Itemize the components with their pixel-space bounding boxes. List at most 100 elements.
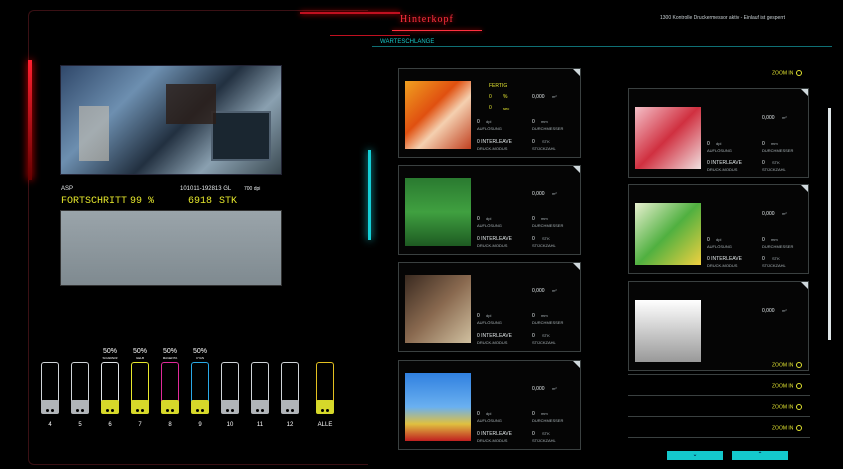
zoom-row-divider bbox=[628, 437, 810, 438]
print-mode-value: 0 INTERLEAVE bbox=[477, 431, 512, 437]
pieces-value: 0 bbox=[762, 256, 765, 262]
resolution-value: 0 bbox=[477, 411, 480, 417]
scroll-down-button[interactable]: ⌄ bbox=[667, 451, 723, 460]
detail-thumbnail bbox=[635, 203, 701, 265]
ink-number: 6 bbox=[108, 422, 112, 428]
resolution-unit: dpi bbox=[486, 313, 492, 318]
zoom-in-button[interactable]: ZOOM IN bbox=[772, 425, 803, 432]
detail-area-unit: m² bbox=[782, 211, 787, 216]
ink-name: SCHWARZ bbox=[102, 356, 118, 360]
print-mode-value: 0 INTERLEAVE bbox=[707, 256, 742, 262]
detail-area-value: 0,000 bbox=[762, 211, 775, 217]
resolution-unit: dpi bbox=[716, 141, 722, 146]
diameter-label: DURCHMESSER bbox=[532, 418, 564, 423]
camera-object bbox=[79, 106, 109, 161]
print-mode-value: 0 INTERLEAVE bbox=[477, 236, 512, 242]
zoom-in-button[interactable]: ZOOM IN bbox=[772, 362, 803, 368]
diameter-label: DURCHMESSER bbox=[762, 148, 794, 153]
pieces-unit: STK bbox=[542, 236, 550, 241]
pieces-unit: STK bbox=[542, 139, 550, 144]
ink-percent: 50% bbox=[192, 348, 207, 355]
status-message: 1300 Kontrolle Druckermessor aktiv - Ein… bbox=[660, 15, 786, 21]
camera-monitor bbox=[211, 111, 271, 161]
ink-number: 5 bbox=[78, 422, 82, 428]
zoom-icon bbox=[796, 362, 803, 368]
detail-area-value: 0,000 bbox=[762, 115, 775, 121]
job-area-value: 0,000 bbox=[532, 191, 545, 197]
ink-head bbox=[161, 400, 179, 414]
pieces-label: STÜCKZAHL bbox=[762, 167, 786, 172]
diameter-label: DURCHMESSER bbox=[762, 244, 794, 249]
job-area-unit: m² bbox=[552, 191, 557, 196]
queue-card[interactable]: 0,000 m² 0 dpi 0 mm AUFLÖSUNG DURCHMESSER 0 INTE… bbox=[398, 165, 581, 255]
queue-card[interactable]: 0,000 m² 0 dpi 0 mm AUFLÖSUNG DURCHMESSER 0 INTE… bbox=[398, 262, 581, 352]
print-mode-label: DRUCK-MODUS bbox=[707, 167, 738, 172]
pieces-value: 0 bbox=[762, 160, 765, 166]
app-logo: Hinterkopf bbox=[400, 14, 454, 25]
resolution-unit: dpi bbox=[486, 216, 492, 221]
resolution-value: 0 bbox=[707, 141, 710, 147]
diameter-unit: mm bbox=[541, 216, 548, 221]
detail-card[interactable]: 0,000 m² 0 dpi 0 mm AUFLÖSUNG DURCHMESSER 0 INTE… bbox=[628, 184, 809, 274]
diameter-unit: mm bbox=[541, 411, 548, 416]
zoom-row-divider bbox=[628, 416, 810, 417]
detail-card[interactable]: 0,000 m² bbox=[628, 281, 809, 371]
print-mode-label: DRUCK-MODUS bbox=[477, 243, 508, 248]
ink-number: 7 bbox=[138, 422, 142, 428]
job-info: 101011-192813 GL bbox=[180, 186, 232, 192]
detail-card[interactable]: 0,000 m² 0 dpi 0 mm AUFLÖSUNG DURCHMESSER 0 INTE… bbox=[628, 88, 809, 178]
card-corner-icon bbox=[801, 282, 808, 289]
ink-number: 10 bbox=[226, 422, 234, 428]
ink-percent: 50% bbox=[162, 348, 177, 355]
resolution-value: 0 bbox=[477, 216, 480, 222]
ink-head bbox=[316, 400, 334, 414]
zoom-in-button[interactable]: ZOOM IN bbox=[772, 70, 803, 76]
ink-head bbox=[71, 400, 89, 414]
zoom-in-button[interactable]: ZOOM IN bbox=[772, 404, 803, 410]
job-area-unit: m² bbox=[552, 288, 557, 293]
scrollbar[interactable] bbox=[828, 108, 831, 340]
diameter-unit: mm bbox=[771, 237, 778, 242]
detail-area-unit: m² bbox=[782, 308, 787, 313]
progress-label: FORTSCHRITT bbox=[61, 196, 128, 207]
ink-head bbox=[281, 400, 299, 414]
zoom-row-divider bbox=[628, 374, 810, 375]
ink-number: 4 bbox=[48, 422, 52, 428]
job-area-value: 0,000 bbox=[532, 94, 545, 100]
zoom-in-label: ZOOM IN bbox=[772, 383, 794, 390]
pieces-unit: STK bbox=[772, 256, 780, 261]
pieces-value: 0 bbox=[532, 139, 535, 145]
left-red-glow bbox=[28, 60, 32, 180]
job-percent-value: 0 bbox=[489, 94, 492, 100]
scroll-up-button[interactable]: ⌃ bbox=[732, 451, 788, 460]
zoom-in-label: ZOOM IN bbox=[772, 425, 794, 432]
queue-card[interactable]: FERTIG 0% 0 sec 0,000 m² 0 dpi 0 mm AUFLÖSUNG DURCH… bbox=[398, 68, 581, 158]
zoom-icon bbox=[796, 70, 803, 76]
diameter-value: 0 bbox=[532, 313, 535, 319]
card-corner-icon bbox=[801, 89, 808, 96]
header-red-bar bbox=[300, 12, 400, 14]
print-mode-value: 0 INTERLEAVE bbox=[707, 160, 742, 166]
resolution-unit: dpi bbox=[486, 119, 492, 124]
zoom-in-button[interactable]: ZOOM IN bbox=[772, 383, 803, 390]
card-corner-icon bbox=[573, 166, 580, 173]
header-red-bar-2 bbox=[330, 35, 410, 36]
job-time-unit: sec bbox=[503, 106, 510, 111]
resolution-label: AUFLÖSUNG bbox=[477, 418, 502, 423]
zoom-row-divider bbox=[628, 395, 810, 396]
diameter-value: 0 bbox=[532, 216, 535, 222]
job-area-unit: m² bbox=[552, 386, 557, 391]
pieces-label: STÜCKZAHL bbox=[532, 340, 556, 345]
ink-number: ALLE bbox=[317, 422, 333, 428]
ink-percent: 50% bbox=[102, 348, 117, 355]
diameter-value: 0 bbox=[762, 141, 765, 147]
tab-queue[interactable]: WARTESCHLANGE bbox=[380, 39, 434, 45]
job-time-value: 0 bbox=[489, 105, 492, 111]
diameter-unit: mm bbox=[541, 313, 548, 318]
queue-card[interactable]: 0,000 m² 0 dpi 0 mm AUFLÖSUNG DURCHMESSER 0 INTE… bbox=[398, 360, 581, 450]
pieces-value: 0 bbox=[532, 431, 535, 437]
print-mode-label: DRUCK-MODUS bbox=[477, 340, 508, 345]
ink-number: 9 bbox=[198, 422, 202, 428]
job-thumbnail bbox=[405, 81, 471, 149]
pieces-unit: STK bbox=[542, 333, 550, 338]
